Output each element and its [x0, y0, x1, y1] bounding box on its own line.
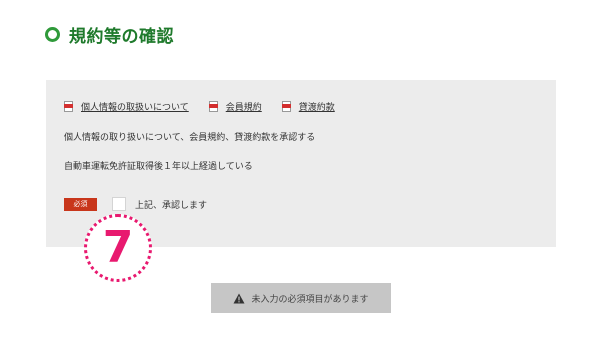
agree-label[interactable]: 上記、承認します: [135, 198, 207, 211]
license-requirement-text: 自動車運転免許証取得後１年以上経過している: [64, 162, 253, 172]
section-title: 規約等の確認: [69, 27, 174, 47]
rental-agreement-link[interactable]: 貸渡約款: [281, 100, 335, 113]
step-annotation: 7: [84, 214, 152, 282]
privacy-policy-link[interactable]: 個人情報の取扱いについて: [64, 100, 189, 113]
submit-button-label: 未入力の必須項目があります: [251, 294, 369, 305]
membership-terms-link[interactable]: 会員規約: [208, 100, 262, 113]
rental-agreement-link-label: 貸渡約款: [298, 103, 335, 113]
section-heading: 規約等の確認: [45, 22, 174, 47]
membership-terms-link-label: 会員規約: [225, 103, 262, 113]
pdf-icon: [208, 101, 218, 112]
consent-text: 個人情報の取り扱いについて、会員規約、貸渡約款を承認する: [64, 133, 316, 143]
privacy-policy-link-label: 個人情報の取扱いについて: [81, 103, 189, 113]
required-badge: 必須: [64, 198, 97, 211]
submit-button[interactable]: 未入力の必須項目があります: [211, 283, 391, 313]
pdf-icon: [281, 101, 291, 112]
step-number: 7: [102, 222, 134, 273]
document-links: 個人情報の取扱いについて 会員規約 貸渡約款: [64, 100, 355, 113]
pdf-icon: [64, 101, 73, 112]
warning-icon: [233, 293, 245, 303]
ring-icon: [45, 27, 60, 42]
agree-checkbox[interactable]: [112, 197, 126, 211]
